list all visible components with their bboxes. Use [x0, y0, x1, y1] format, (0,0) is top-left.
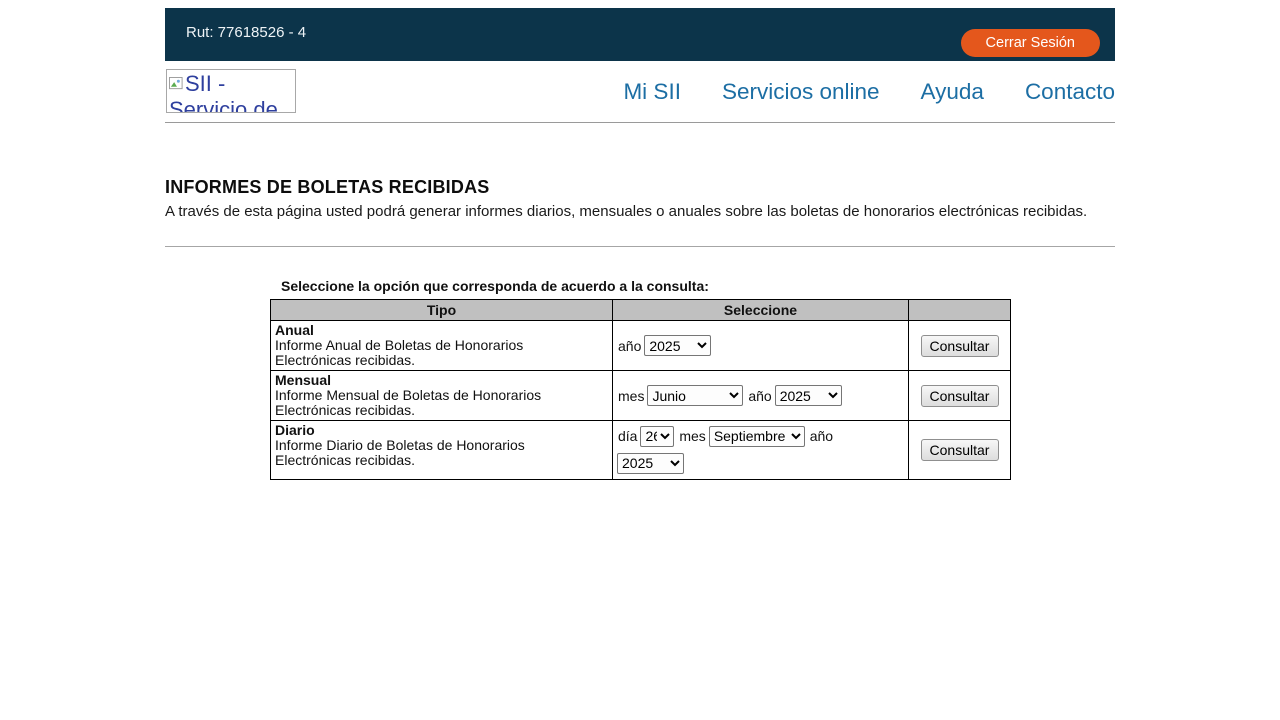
mes-label: mes — [679, 428, 705, 444]
anual-ano-select[interactable]: 2025 — [644, 335, 711, 356]
ano-label: año — [810, 428, 833, 444]
logout-button[interactable]: Cerrar Sesión — [961, 29, 1100, 57]
row-type-diario: Diario — [275, 422, 608, 438]
consultar-diario-button[interactable]: Consultar — [921, 439, 999, 461]
row-description-mensual: Informe Mensual de Boletas de Honorarios… — [275, 388, 560, 418]
column-header-empty — [909, 300, 1011, 321]
nav-contacto[interactable]: Contacto — [1025, 79, 1115, 105]
sii-logo[interactable]: SII - Servicio de — [166, 69, 296, 113]
consultar-mensual-button[interactable]: Consultar — [921, 385, 999, 407]
table-row-anual: Anual Informe Anual de Boletas de Honora… — [271, 321, 1011, 371]
nav-mi-sii[interactable]: Mi SII — [623, 79, 681, 105]
reports-table: Tipo Seleccione Anual Informe Anual de B… — [270, 299, 1011, 480]
column-header-tipo: Tipo — [271, 300, 613, 321]
dia-label: día — [618, 428, 637, 444]
main-nav: Mi SII Servicios online Ayuda Contacto — [623, 61, 1115, 123]
row-description-anual: Informe Anual de Boletas de Honorarios E… — [275, 338, 560, 368]
rut-label: Rut: 77618526 - 4 — [186, 24, 306, 41]
reports-section: Seleccione la opción que corresponda de … — [270, 278, 1115, 480]
mensual-mes-select[interactable]: Junio — [647, 385, 743, 406]
table-row-diario: Diario Informe Diario de Boletas de Hono… — [271, 421, 1011, 480]
mensual-ano-select[interactable]: 2025 — [775, 385, 842, 406]
diario-dia-select[interactable]: 26 — [640, 426, 674, 447]
broken-image-icon — [169, 71, 184, 97]
diario-ano-select[interactable]: 2025 — [617, 453, 684, 474]
diario-mes-select[interactable]: Septiembre — [709, 426, 805, 447]
page-container: Rut: 77618526 - 4 Cerrar Sesión SII - Se… — [165, 8, 1115, 480]
table-caption: Seleccione la opción que corresponda de … — [270, 278, 1115, 294]
topbar: Rut: 77618526 - 4 Cerrar Sesión — [165, 8, 1115, 61]
nav-ayuda[interactable]: Ayuda — [921, 79, 984, 105]
ano-label: año — [748, 388, 771, 404]
page-subtitle: A través de esta página usted podrá gene… — [165, 203, 1115, 220]
consultar-anual-button[interactable]: Consultar — [921, 335, 999, 357]
header: SII - Servicio de Mi SII Servicios onlin… — [165, 61, 1115, 123]
row-type-anual: Anual — [275, 322, 608, 338]
divider — [165, 246, 1115, 247]
column-header-seleccione: Seleccione — [613, 300, 909, 321]
table-row-mensual: Mensual Informe Mensual de Boletas de Ho… — [271, 371, 1011, 421]
nav-servicios-online[interactable]: Servicios online — [722, 79, 880, 105]
ano-label: año — [618, 338, 641, 354]
mes-label: mes — [618, 388, 644, 404]
table-header-row: Tipo Seleccione — [271, 300, 1011, 321]
row-description-diario: Informe Diario de Boletas de Honorarios … — [275, 438, 560, 468]
row-type-mensual: Mensual — [275, 372, 608, 388]
logo-alt-text: SII - Servicio de — [169, 71, 278, 113]
page-title: INFORMES DE BOLETAS RECIBIDAS — [165, 177, 1115, 198]
